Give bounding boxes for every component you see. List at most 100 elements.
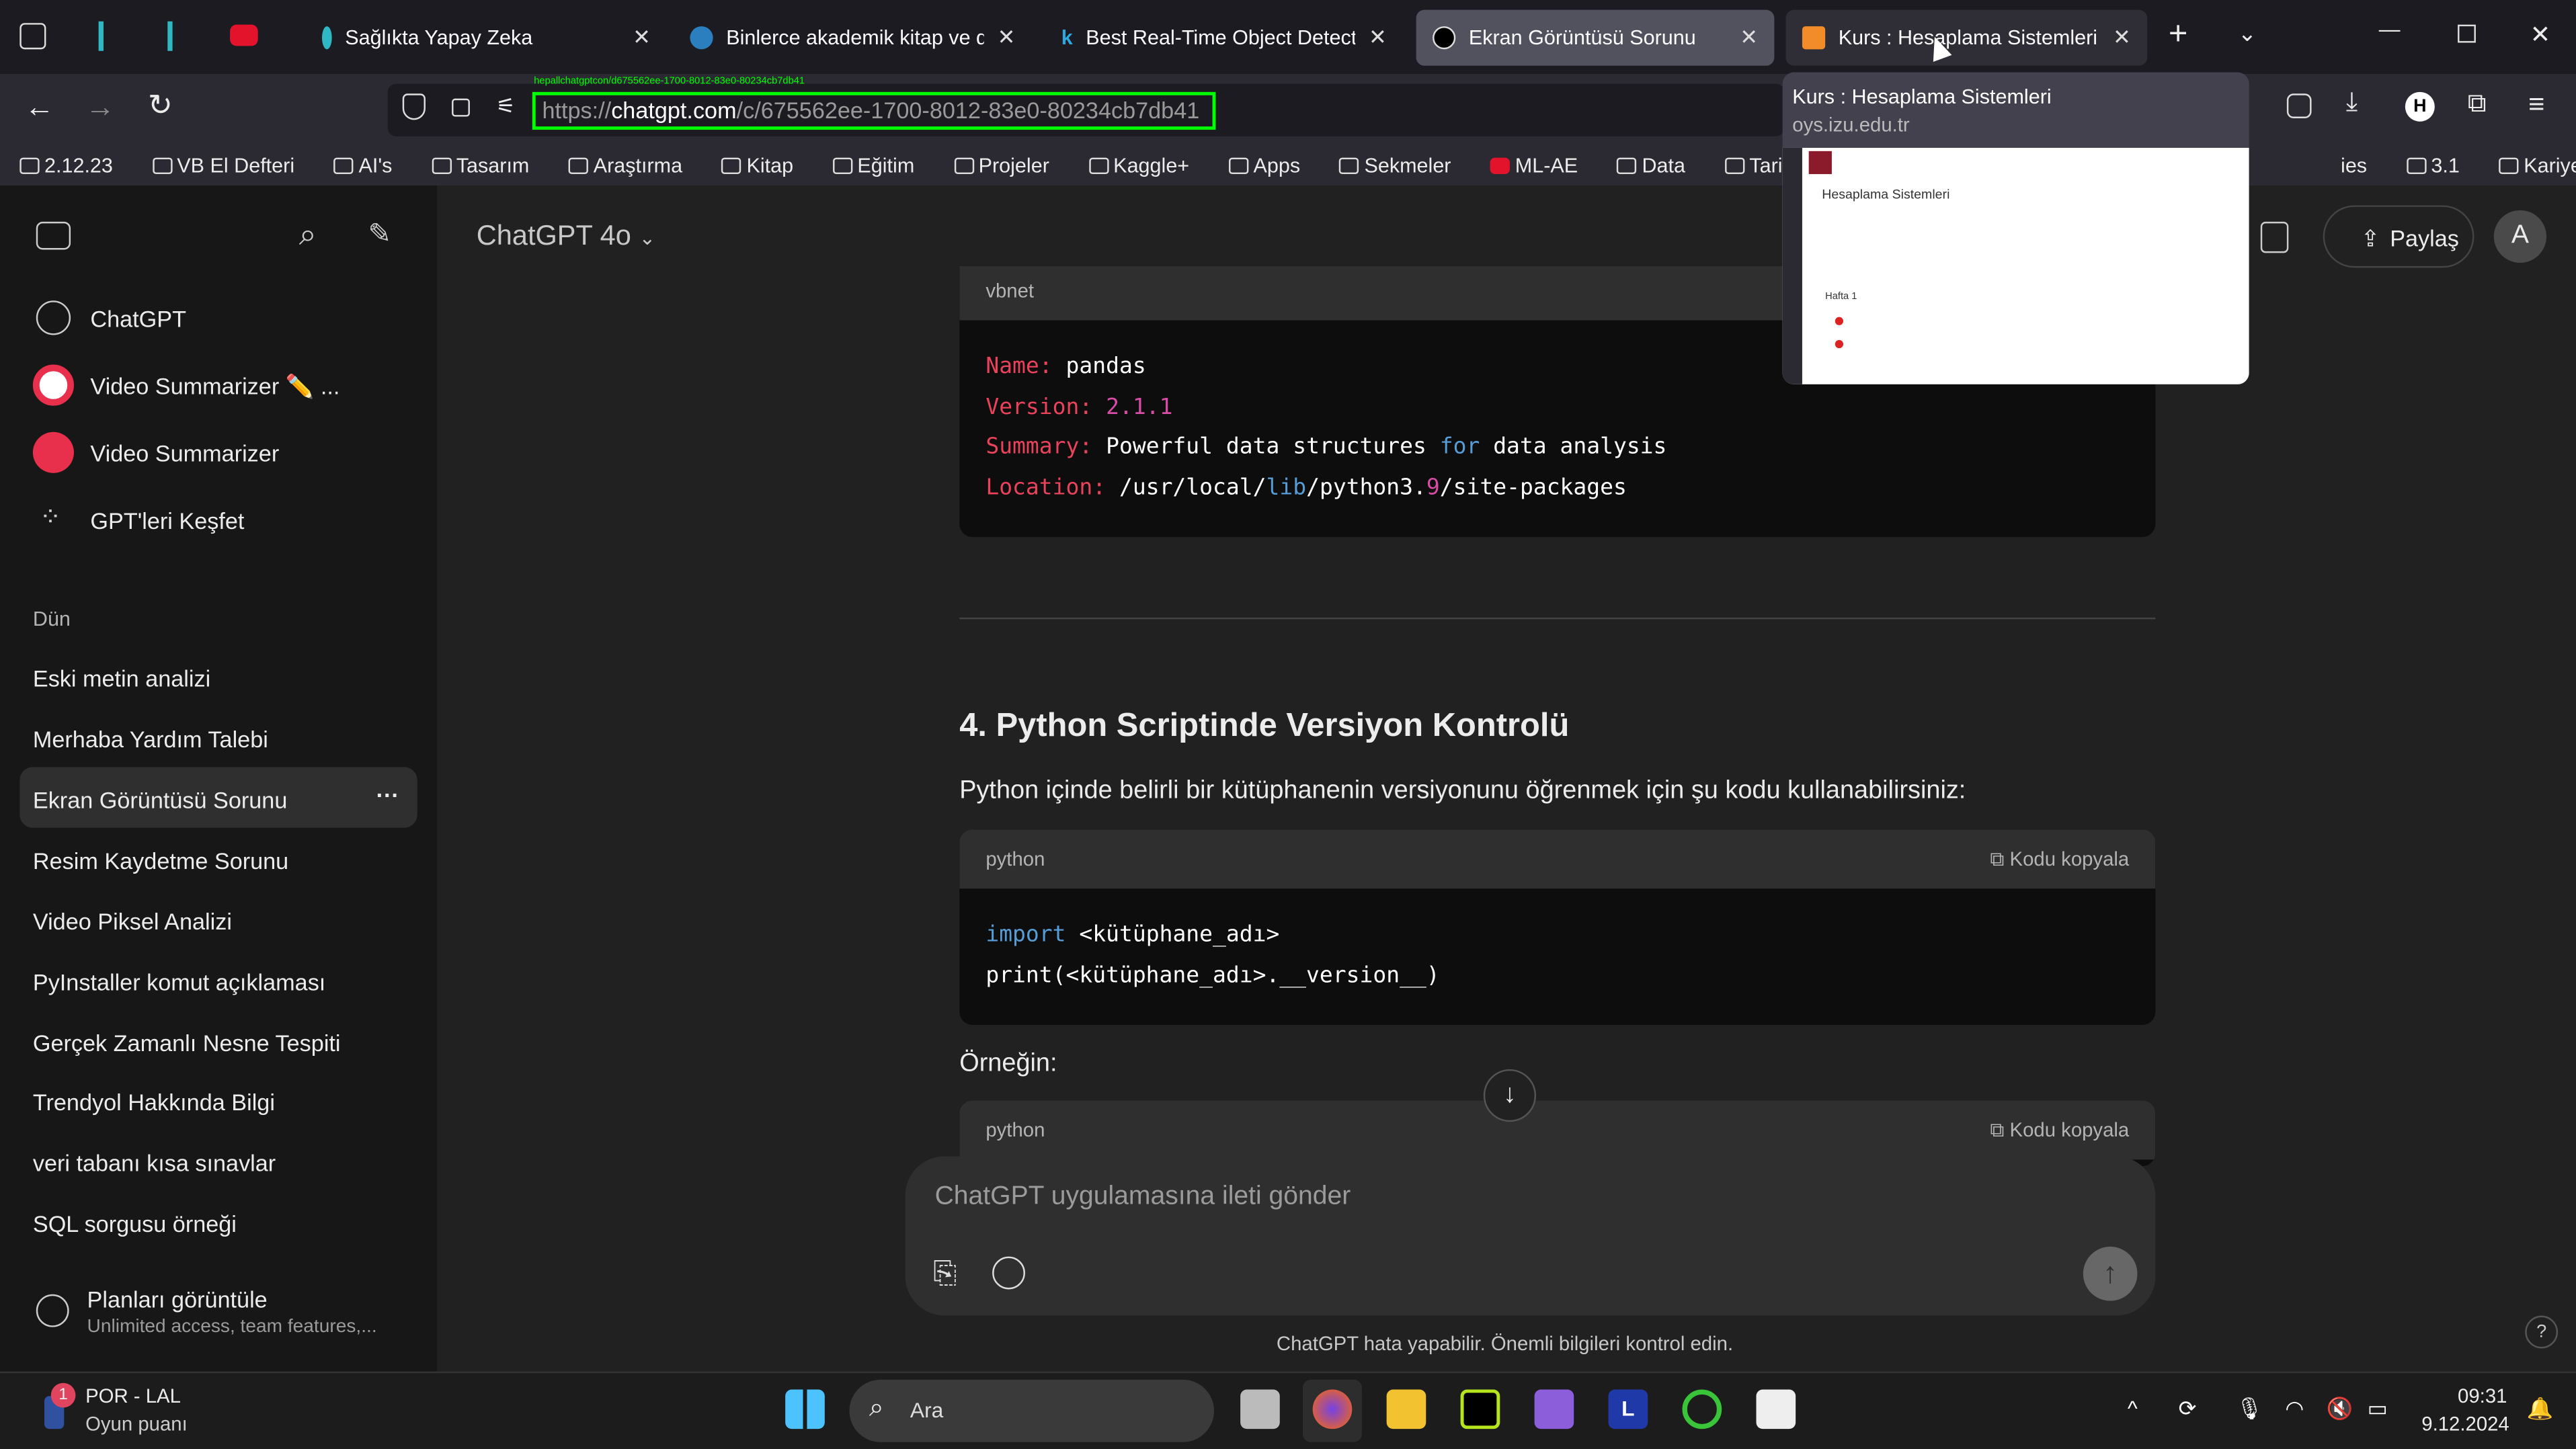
- help-button[interactable]: ?: [2525, 1315, 2559, 1349]
- bookmark-folder[interactable]: Kitap: [721, 155, 813, 177]
- close-icon[interactable]: ✕: [2113, 25, 2131, 51]
- shield-icon[interactable]: [402, 93, 426, 120]
- tab-ekran-active[interactable]: Ekran Görüntüsü Sorunu ✕: [1416, 9, 1775, 66]
- sidebar-item-chatgpt[interactable]: ChatGPT: [90, 306, 186, 332]
- close-icon[interactable]: ✕: [633, 25, 651, 51]
- notifications-icon[interactable]: 🔔: [2527, 1396, 2554, 1422]
- close-icon[interactable]: ✕: [1740, 25, 1758, 51]
- clock-date[interactable]: 9.12.2024: [2421, 1413, 2509, 1436]
- l-app-icon[interactable]: L: [1608, 1389, 1648, 1430]
- new-chat-icon[interactable]: ✎: [368, 218, 391, 251]
- sync-icon[interactable]: ⟳: [2179, 1396, 2197, 1422]
- history-item[interactable]: Merhaba Yardım Talebi: [33, 726, 268, 752]
- bookmark-folder[interactable]: 3.1: [2406, 155, 2479, 177]
- scroll-down-button[interactable]: ↓: [1483, 1069, 1537, 1122]
- restore-icon[interactable]: [2458, 24, 2476, 43]
- sidebar-item-video-summarizer-2[interactable]: Video Summarizer: [90, 440, 279, 466]
- history-item[interactable]: Resim Kaydetme Sorunu: [33, 847, 288, 874]
- url-input[interactable]: https://chatgpt.com/c/675562ee-1700-8012…: [532, 91, 1216, 130]
- globe-icon[interactable]: [992, 1256, 1025, 1290]
- message-input[interactable]: ChatGPT uygulamasına ileti gönder: [935, 1183, 1351, 1212]
- bookmark-folder[interactable]: VB El Defteri: [152, 155, 315, 177]
- show-hidden-icons[interactable]: ^: [2128, 1396, 2138, 1421]
- avatar[interactable]: A: [2493, 210, 2547, 263]
- youtube-tab-icon[interactable]: [230, 24, 258, 46]
- close-icon[interactable]: ✕: [1369, 25, 1387, 51]
- history-item[interactable]: Video Piksel Analizi: [33, 908, 232, 934]
- download-icon[interactable]: ⤓: [2346, 89, 2358, 118]
- reload-icon[interactable]: ↻: [148, 89, 173, 123]
- bookmark-folder[interactable]: Araştırma: [569, 155, 702, 177]
- tab-list-icon[interactable]: [19, 23, 46, 50]
- history-item[interactable]: PyInstaller komut açıklaması: [33, 969, 325, 995]
- share-button[interactable]: ⇪ Paylaş: [2323, 205, 2474, 268]
- close-icon[interactable]: ✕: [998, 25, 1016, 51]
- windows-start-icon[interactable]: [785, 1389, 825, 1430]
- clock-time[interactable]: 09:31: [2458, 1384, 2507, 1407]
- copy-code-button[interactable]: ⧉ Kodu kopyala: [1990, 847, 2129, 870]
- sidebar-item-explore-gpts[interactable]: GPT'leri Keşfet: [90, 507, 244, 534]
- extensions-icon[interactable]: ⧉: [2468, 90, 2487, 120]
- bookmark-folder[interactable]: Data: [1617, 155, 1705, 177]
- canvas-icon[interactable]: [2260, 221, 2289, 253]
- microphone-icon[interactable]: 🎙: [2236, 1396, 2263, 1422]
- history-item[interactable]: SQL sorgusu örneği: [33, 1210, 237, 1237]
- more-options-icon[interactable]: ···: [376, 782, 399, 808]
- bookmark-folder[interactable]: Apps: [1228, 155, 1320, 177]
- bookmark-folder[interactable]: Sekmeler: [1339, 155, 1471, 177]
- volume-muted-icon[interactable]: 🔇: [2327, 1396, 2353, 1422]
- green-app-icon[interactable]: [1682, 1389, 1722, 1430]
- send-button[interactable]: ↑: [2083, 1246, 2138, 1301]
- battery-icon[interactable]: ▭: [2368, 1396, 2388, 1422]
- tab-saglikta[interactable]: Sağlıkta Yapay Zeka ✕: [306, 10, 668, 66]
- back-icon[interactable]: ←: [25, 90, 54, 124]
- tab-kurs[interactable]: Kurs : Hesaplama Sistemleri ✕: [1785, 9, 2148, 66]
- lock-icon[interactable]: [452, 98, 470, 117]
- new-tab-icon[interactable]: +: [2169, 16, 2188, 54]
- taskbar-search[interactable]: ⌕ Ara: [849, 1379, 1215, 1442]
- tab-object-detection[interactable]: k Best Real-Time Object Detecti ✕: [1045, 10, 1403, 66]
- bookmark-folder[interactable]: Projeler: [953, 155, 1069, 177]
- model-selector[interactable]: ChatGPT 4o ⌄: [477, 220, 655, 253]
- share-label: Paylaş: [2390, 224, 2459, 251]
- pycharm-icon[interactable]: [1460, 1389, 1500, 1430]
- sidebar-item-video-summarizer-1[interactable]: Video Summarizer ✏️ ...: [90, 373, 339, 401]
- menu-icon[interactable]: ≡: [2528, 89, 2544, 122]
- window-close-icon[interactable]: ✕: [2530, 19, 2551, 50]
- view-plans-link[interactable]: Planları görüntüle: [87, 1286, 268, 1313]
- bookmark-folder[interactable]: Eğitim: [832, 155, 934, 177]
- bookmark-youtube[interactable]: ML-AE: [1490, 155, 1597, 177]
- tab-preview-image: Hesaplama Sistemleri Hafta 1: [1782, 147, 2249, 384]
- pinned-tab-icon[interactable]: [167, 21, 184, 51]
- chevron-down-icon[interactable]: ⌄: [2238, 19, 2257, 48]
- attach-icon[interactable]: ⎘: [933, 1257, 957, 1291]
- bookmark-folder[interactable]: Tasarım: [432, 155, 549, 177]
- profile-extension-icon[interactable]: H: [2405, 91, 2435, 122]
- forward-icon[interactable]: →: [85, 90, 115, 124]
- wifi-icon[interactable]: ◠: [2285, 1396, 2304, 1422]
- pinned-tab-icon[interactable]: [98, 21, 115, 51]
- history-item[interactable]: Eski metin analizi: [33, 665, 210, 692]
- bookmark-folder[interactable]: 2.12.23: [19, 155, 132, 177]
- bookmark-folder[interactable]: Kaggle+: [1088, 155, 1209, 177]
- permissions-icon[interactable]: ⚟: [496, 93, 515, 120]
- history-item[interactable]: veri tabanı kısa sınavlar: [33, 1150, 276, 1176]
- search-icon[interactable]: ⌕: [299, 218, 317, 255]
- snipping-tool-icon[interactable]: [1756, 1389, 1796, 1430]
- history-item[interactable]: Ekran Görüntüsü Sorunu: [33, 787, 287, 813]
- bookmark-folder[interactable]: ies: [2341, 155, 2386, 177]
- tab-binlerce[interactable]: Binlerce akademik kitap ve diji ✕: [674, 10, 1032, 66]
- file-explorer-icon[interactable]: [1386, 1389, 1426, 1430]
- minimize-icon[interactable]: —: [2379, 16, 2401, 41]
- firefox-icon[interactable]: [1312, 1389, 1353, 1430]
- pocket-icon[interactable]: [2286, 93, 2312, 118]
- bookmark-folder[interactable]: AI's: [333, 155, 412, 177]
- task-view-icon[interactable]: [1240, 1389, 1280, 1430]
- copy-code-button[interactable]: ⧉ Kodu kopyala: [1990, 1118, 2129, 1141]
- sidebar-toggle-icon[interactable]: [36, 221, 71, 250]
- bookmark-folder[interactable]: Kariyer: [2499, 155, 2576, 177]
- code-lang-label: python: [985, 1118, 1045, 1142]
- history-item[interactable]: Trendyol Hakkında Bilgi: [33, 1089, 275, 1115]
- history-item[interactable]: Gerçek Zamanlı Nesne Tespiti: [33, 1030, 341, 1056]
- visual-studio-icon[interactable]: [1534, 1389, 1574, 1430]
